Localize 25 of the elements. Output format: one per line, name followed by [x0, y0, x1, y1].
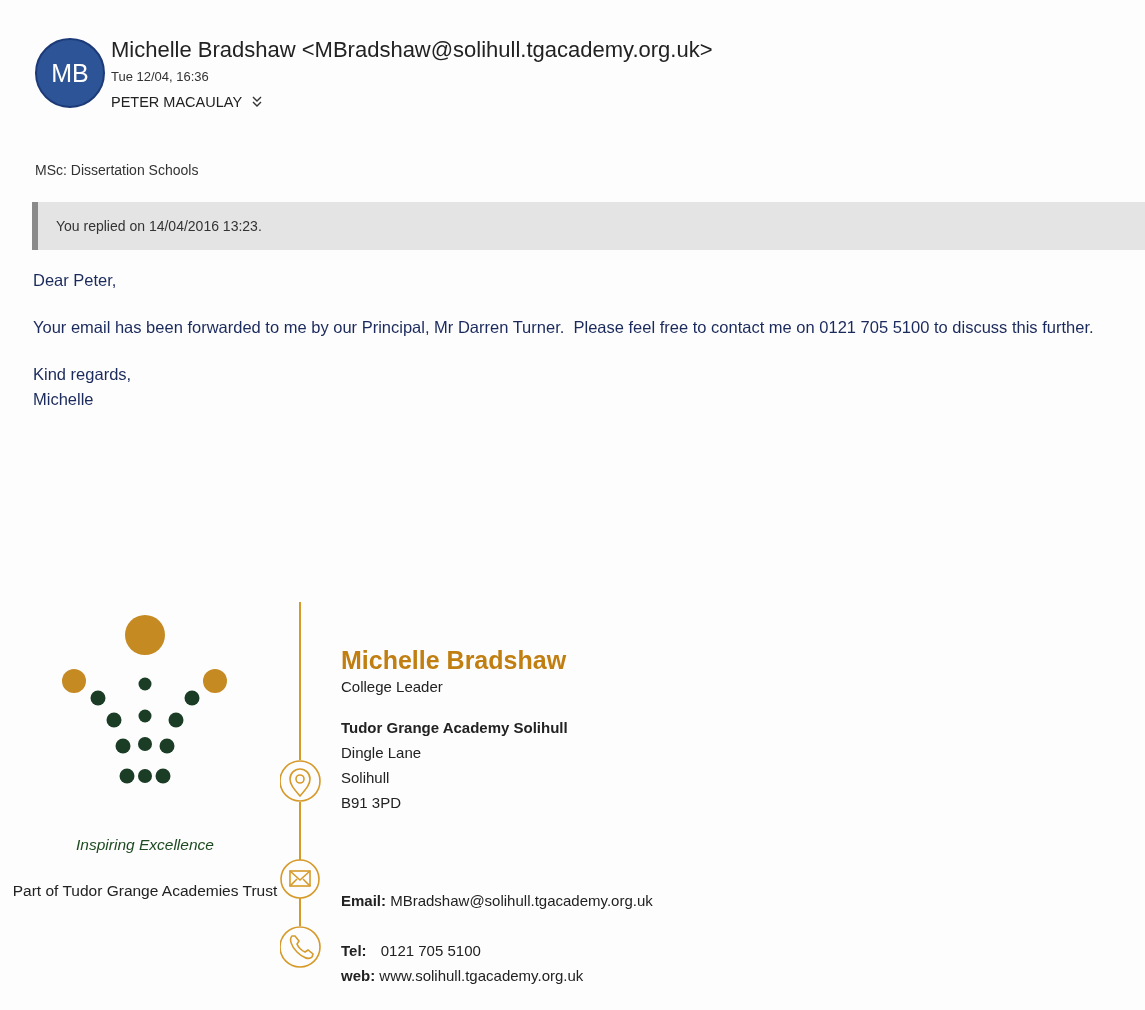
reply-notice: You replied on 14/04/2016 13:23.	[32, 202, 1145, 250]
phone-label: Tel:	[341, 942, 367, 959]
job-title: College Leader	[341, 677, 444, 697]
email-subject: MSc: Dissertation Schools	[35, 162, 200, 178]
sender-name: Michelle Bradshaw <MBradshaw@solihull.tgacademy.org.uk>	[111, 36, 713, 64]
address-line: Dingle Lane	[341, 743, 423, 763]
trust-name: Part of Tudor Grange Academies Trust	[12, 882, 278, 900]
recipient-name[interactable]: PETER MACAULAY	[111, 94, 243, 110]
closing-line: Michelle	[33, 389, 95, 410]
organisation-name: Tudor Grange Academy Solihull	[341, 718, 569, 738]
message-paragraph: Your email has been forwarded to me by our Principal, Mr Darren Turner. Please feel free to contact me on 0121 705 5100 to discuss this further.	[33, 317, 1095, 338]
email-label: Email:	[341, 892, 386, 909]
closing-line: Kind regards,	[33, 364, 133, 385]
website-value[interactable]: www.solihull.tgacademy.org.uk	[379, 967, 584, 984]
address-line: B91 3PD	[341, 793, 403, 813]
address-line: Solihull	[341, 768, 391, 788]
greeting: Dear Peter,	[33, 270, 118, 291]
contact-name: Michelle Bradshaw	[341, 646, 568, 674]
sent-date: Tue 12/04, 16:36	[111, 69, 210, 84]
website-label: web:	[341, 967, 376, 984]
email-value[interactable]: MBradshaw@solihull.tgacademy.org.uk	[390, 892, 653, 909]
phone-value: 0121 705 5100	[380, 942, 481, 959]
expand-icon[interactable]	[252, 96, 263, 108]
tagline: Inspiring Excellence	[76, 836, 214, 854]
sender-avatar: MB	[35, 38, 105, 108]
